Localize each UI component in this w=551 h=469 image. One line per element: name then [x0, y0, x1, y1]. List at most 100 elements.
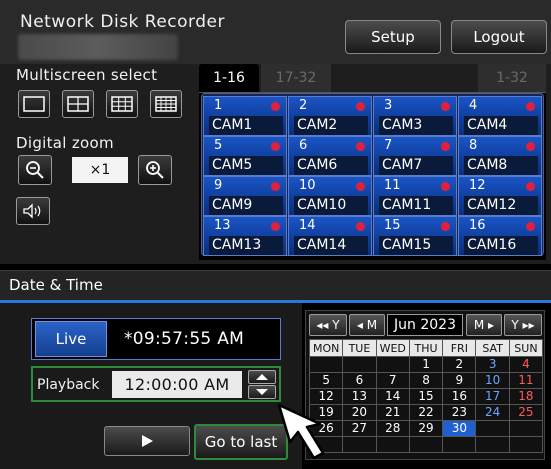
camera-tile[interactable]: 13 CAM13 — [203, 216, 287, 256]
camera-name: CAM11 — [379, 196, 453, 215]
calendar-day[interactable]: 1 — [408, 356, 444, 373]
app-title: Network Disk Recorder — [20, 12, 225, 32]
calendar-day[interactable]: 21 — [375, 404, 410, 421]
calendar-day[interactable]: 6 — [342, 372, 377, 389]
camera-tile[interactable]: 6 CAM6 — [288, 136, 372, 176]
camera-tile[interactable]: 10 CAM10 — [288, 176, 372, 216]
calendar-day — [508, 436, 544, 453]
go-to-last-button[interactable]: Go to last — [194, 424, 288, 460]
calendar-day[interactable]: 2 — [442, 356, 477, 373]
calendar-day[interactable]: 3 — [475, 356, 510, 373]
calendar-day[interactable]: 23 — [442, 404, 477, 421]
camera-tile[interactable]: 11 CAM11 — [373, 176, 457, 216]
calendar-day[interactable]: 14 — [375, 388, 410, 405]
camera-name: CAM2 — [294, 116, 368, 135]
sixteen-screen-button[interactable] — [150, 90, 182, 118]
calendar-day[interactable]: 15 — [408, 388, 444, 405]
camera-tile[interactable]: 15 CAM15 — [373, 216, 457, 256]
zoom-in-button[interactable] — [138, 155, 172, 185]
recording-indicator-icon — [356, 142, 365, 151]
camera-tile[interactable]: 1 CAM1 — [203, 96, 287, 136]
calendar-day[interactable]: 29 — [408, 420, 444, 437]
camera-tile[interactable]: 5 CAM5 — [203, 136, 287, 176]
recording-indicator-icon — [526, 142, 535, 151]
calendar-day[interactable]: 17 — [475, 388, 510, 405]
camera-tile[interactable]: 4 CAM4 — [458, 96, 542, 136]
camera-name: CAM16 — [464, 236, 538, 255]
calendar-day[interactable]: 8 — [408, 372, 444, 389]
multiscreen-label: Multiscreen select — [16, 66, 158, 84]
calendar-day[interactable]: 22 — [408, 404, 444, 421]
play-button[interactable] — [104, 426, 190, 456]
calendar-day[interactable]: 10 — [475, 372, 510, 389]
camera-tile[interactable]: 14 CAM14 — [288, 216, 372, 256]
recording-indicator-icon — [441, 222, 450, 231]
mouse-pointer-icon — [277, 403, 325, 460]
camera-tile[interactable]: 12 CAM12 — [458, 176, 542, 216]
calendar-day[interactable]: 7 — [375, 372, 410, 389]
playback-time-field[interactable]: 12:00:00 AM — [112, 371, 242, 398]
calendar-week-row: 26 27 28 29 30 — [308, 420, 544, 437]
camera-number: 8 — [469, 138, 478, 153]
camera-tile[interactable]: 7 CAM7 — [373, 136, 457, 176]
calendar-weekday-row: MON TUE WED THU FRI SAT SUN — [308, 339, 544, 357]
tab-17-32[interactable]: 17-32 — [261, 64, 331, 92]
calendar-day[interactable]: 20 — [342, 404, 377, 421]
camera-number: 7 — [384, 138, 393, 153]
camera-number: 3 — [384, 98, 393, 113]
camera-tile[interactable]: 3 CAM3 — [373, 96, 457, 136]
camera-number: 5 — [214, 138, 223, 153]
camera-number: 16 — [469, 218, 486, 233]
setup-button[interactable]: Setup — [345, 20, 441, 54]
next-year-button[interactable]: Y ▸▸ — [504, 314, 542, 336]
camera-tile[interactable]: 16 CAM16 — [458, 216, 542, 256]
single-screen-button[interactable] — [18, 90, 50, 118]
prev-month-button[interactable]: ◂ M — [349, 314, 385, 336]
digital-zoom-label: Digital zoom — [16, 134, 114, 152]
time-increment-button[interactable] — [248, 370, 276, 384]
calendar-day — [475, 436, 510, 453]
calendar-day — [508, 420, 544, 437]
weekday-header: WED — [375, 339, 410, 357]
calendar-day[interactable]: 16 — [442, 388, 477, 405]
speaker-icon — [23, 203, 41, 219]
camera-tile[interactable]: 9 CAM9 — [203, 176, 287, 216]
calendar-day — [475, 420, 510, 437]
tab-strip — [331, 64, 478, 92]
calendar-day[interactable]: 9 — [442, 372, 477, 389]
camera-number: 14 — [299, 218, 316, 233]
calendar-day[interactable]: 28 — [375, 420, 410, 437]
camera-name: CAM15 — [379, 236, 453, 255]
arrow-up-icon — [256, 374, 268, 380]
calendar-day[interactable]: 30 — [442, 420, 477, 437]
prev-year-button[interactable]: ◂◂ Y — [309, 314, 347, 336]
camera-name: CAM3 — [379, 116, 453, 135]
calendar-day[interactable]: 5 — [308, 372, 344, 389]
camera-tile[interactable]: 2 CAM2 — [288, 96, 372, 136]
zoom-out-button[interactable] — [18, 155, 52, 185]
tab-1-16[interactable]: 1-16 — [199, 64, 259, 92]
calendar-day — [342, 436, 377, 453]
calendar-day[interactable]: 27 — [342, 420, 377, 437]
recording-indicator-icon — [441, 102, 450, 111]
camera-name: CAM12 — [464, 196, 538, 215]
nine-screen-button[interactable] — [106, 90, 138, 118]
weekday-header: FRI — [442, 339, 477, 357]
camera-number: 9 — [214, 178, 223, 193]
recording-indicator-icon — [356, 222, 365, 231]
logout-button[interactable]: Logout — [451, 20, 547, 54]
calendar-day[interactable]: 4 — [508, 356, 544, 373]
time-decrement-button[interactable] — [248, 385, 276, 399]
calendar-day[interactable]: 24 — [475, 404, 510, 421]
audio-button[interactable] — [16, 197, 50, 225]
calendar-day[interactable]: 11 — [508, 372, 544, 389]
calendar-day[interactable]: 18 — [508, 388, 544, 405]
live-button[interactable]: Live — [35, 321, 107, 357]
tab-1-32[interactable]: 1-32 — [478, 64, 546, 92]
calendar-day[interactable]: 25 — [508, 404, 544, 421]
calendar-week-row: 1234 — [308, 356, 544, 373]
calendar-day[interactable]: 13 — [342, 388, 377, 405]
next-month-button[interactable]: M ▸ — [466, 314, 502, 336]
camera-tile[interactable]: 8 CAM8 — [458, 136, 542, 176]
quad-screen-button[interactable] — [62, 90, 94, 118]
